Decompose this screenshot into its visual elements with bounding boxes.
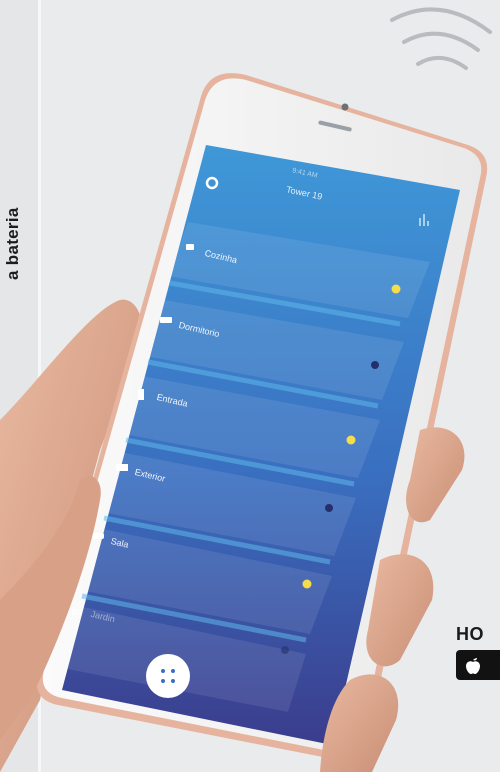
sofa-icon bbox=[92, 533, 104, 539]
add-button-circle bbox=[146, 654, 190, 698]
apple-icon bbox=[466, 658, 480, 674]
bed-icon bbox=[160, 317, 172, 323]
phone-photo bbox=[0, 7, 492, 772]
app-store-badge[interactable] bbox=[456, 650, 500, 680]
fence-icon bbox=[116, 464, 128, 471]
corner-caption: HO bbox=[456, 624, 484, 644]
door-icon bbox=[138, 389, 144, 400]
cup-icon bbox=[186, 244, 194, 250]
garden-icon bbox=[72, 609, 82, 615]
wifi-icon bbox=[390, 7, 492, 70]
